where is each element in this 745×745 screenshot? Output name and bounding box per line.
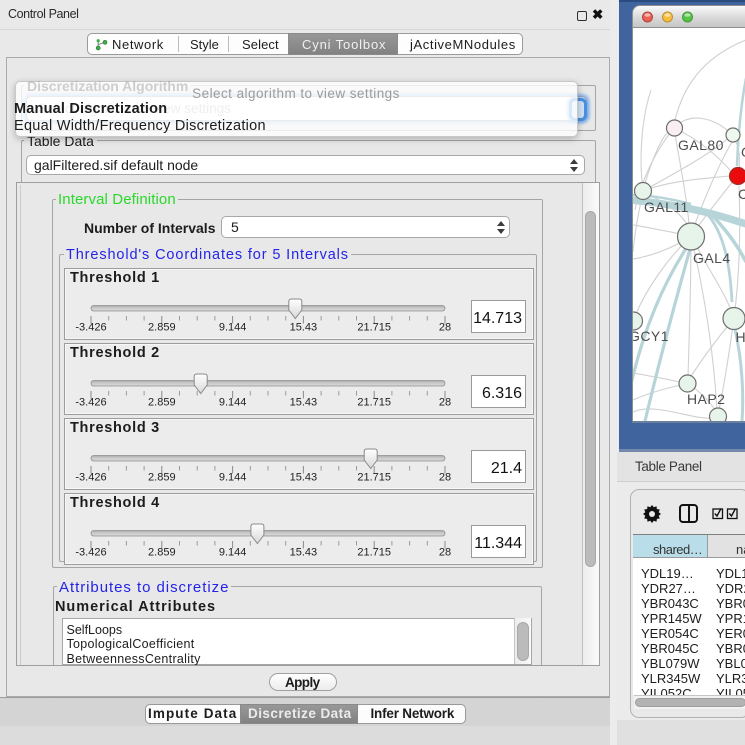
- svg-text:GAL80: GAL80: [678, 137, 724, 153]
- svg-text:H: H: [736, 329, 745, 345]
- svg-text:HAP2: HAP2: [687, 391, 725, 407]
- svg-text:9.144: 9.144: [219, 396, 247, 408]
- svg-text:GCY1: GCY1: [633, 328, 669, 344]
- svg-text:15.43: 15.43: [290, 321, 318, 333]
- svg-text:9.144: 9.144: [219, 471, 247, 483]
- svg-text:-3.426: -3.426: [75, 546, 106, 558]
- svg-text:GAL4: GAL4: [693, 250, 731, 266]
- svg-text:28: 28: [439, 546, 451, 558]
- svg-text:GA: GA: [741, 144, 745, 160]
- svg-text:28: 28: [439, 321, 451, 333]
- svg-text:GAL11: GAL11: [644, 199, 689, 215]
- svg-text:9.144: 9.144: [219, 321, 247, 333]
- svg-text:21.715: 21.715: [357, 546, 391, 558]
- svg-text:15.43: 15.43: [290, 396, 318, 408]
- svg-text:2.859: 2.859: [148, 471, 176, 483]
- svg-text:15.43: 15.43: [290, 471, 318, 483]
- svg-text:21.715: 21.715: [357, 396, 391, 408]
- svg-text:28: 28: [439, 471, 451, 483]
- svg-text:15.43: 15.43: [290, 546, 318, 558]
- svg-text:2.859: 2.859: [148, 396, 176, 408]
- svg-text:2.859: 2.859: [148, 321, 176, 333]
- svg-text:21.715: 21.715: [357, 471, 391, 483]
- svg-text:21.715: 21.715: [357, 321, 391, 333]
- svg-text:-3.426: -3.426: [75, 396, 106, 408]
- svg-text:9.144: 9.144: [219, 546, 247, 558]
- svg-text:2.859: 2.859: [148, 546, 176, 558]
- svg-text:28: 28: [439, 396, 451, 408]
- svg-text:C: C: [738, 186, 745, 202]
- svg-text:-3.426: -3.426: [75, 321, 106, 333]
- svg-text:-3.426: -3.426: [75, 471, 106, 483]
